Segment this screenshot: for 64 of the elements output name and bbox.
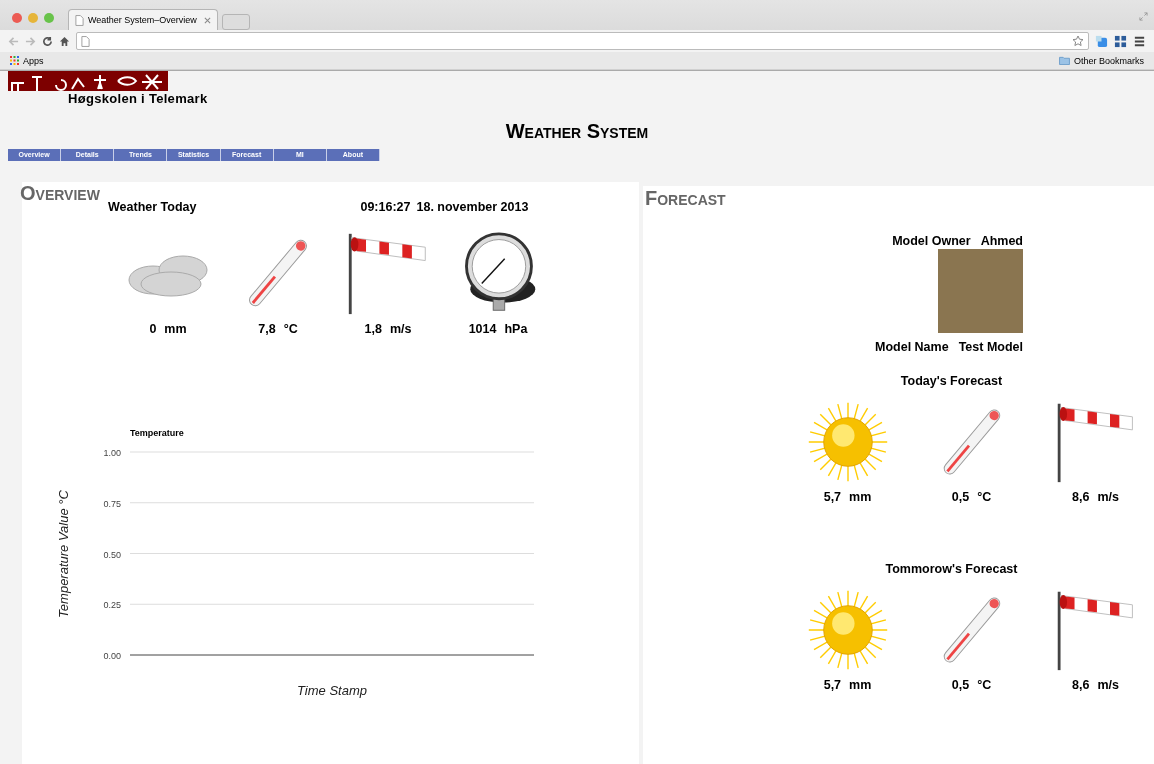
model-name-label: Model Name [875,340,949,354]
tab-title: Weather System–Overview [88,15,198,25]
axis-tick-label: 0.25 [103,600,121,611]
forecast-unit: m/s [1097,490,1119,504]
axis-tick-label: 0.50 [103,549,121,560]
weather-today-label: Weather Today [108,200,197,214]
reading-value: 7,8 [258,322,276,336]
close-icon[interactable] [204,16,211,24]
reading-unit: hPa [504,322,528,336]
axis-tick-label: 0.75 [103,498,121,509]
reading-unit: mm [164,322,187,336]
reading-unit: m/s [389,322,412,336]
forecast-value: 8,6 [1072,490,1090,504]
axis-tick-label: 0.00 [103,651,121,661]
page-icon [81,35,90,47]
forecast-value: 0,5 [951,678,970,692]
back-icon[interactable] [8,35,19,47]
folder-icon [1058,56,1070,65]
reading-value: 0 [149,322,157,336]
current-date: 18. november 2013 [416,200,529,214]
forecast-title: Today's Forecast [900,374,1003,388]
axis-tick-label: 1.00 [103,448,121,458]
apps-bookmark[interactable]: Apps [10,55,44,66]
minimize-window-button[interactable] [28,13,38,23]
page-icon [75,14,84,26]
new-tab-button[interactable] [222,14,250,30]
grid-icon[interactable] [1114,34,1127,48]
forward-icon[interactable] [25,35,36,47]
fullscreen-icon[interactable] [1139,12,1148,21]
reading-value: 1014 [468,322,497,336]
forecast-value: 5,7 [823,490,842,504]
translate-icon[interactable] [1095,34,1108,48]
model-owner-label: Model Owner [892,234,971,248]
home-icon[interactable] [59,35,70,47]
browser-tab[interactable]: Weather System–Overview [68,9,218,30]
y-axis-label: Temperature Value °C [56,490,71,618]
zoom-window-button[interactable] [44,13,54,23]
forecast-value: 0,5 [951,490,970,504]
close-window-button[interactable] [12,13,22,23]
x-axis-label: Time Stamp [297,683,367,698]
menu-icon[interactable] [1133,34,1146,48]
model-owner: Ahmed [980,234,1023,248]
reading-unit: °C [283,322,298,336]
forecast-unit: m/s [1097,678,1119,692]
reading-value: 1,8 [364,322,382,336]
apps-grid-icon [10,56,19,65]
reload-icon[interactable] [42,35,53,47]
section-heading: Forecast [645,187,727,210]
forecast-value: 5,7 [823,678,842,692]
current-time: 09:16:27 [360,200,411,214]
forecast-unit: °C [977,678,992,692]
forecast-unit: °C [977,490,992,504]
section-heading: Overview [20,182,101,205]
forecast-unit: mm [849,490,872,504]
chart-title: Temperature [130,428,184,438]
institution-name: Høgskolen i Telemark [68,91,209,106]
forecast-unit: mm [849,678,872,692]
forecast-value: 8,6 [1072,678,1090,692]
forecast-title: Tommorow's Forecast [885,562,1018,576]
address-bar[interactable] [76,32,1089,50]
model-name: Test Model [958,340,1023,354]
star-icon[interactable] [1072,35,1084,47]
page-title: Weather System [504,120,650,143]
other-bookmarks[interactable]: Other Bookmarks [1058,55,1144,66]
